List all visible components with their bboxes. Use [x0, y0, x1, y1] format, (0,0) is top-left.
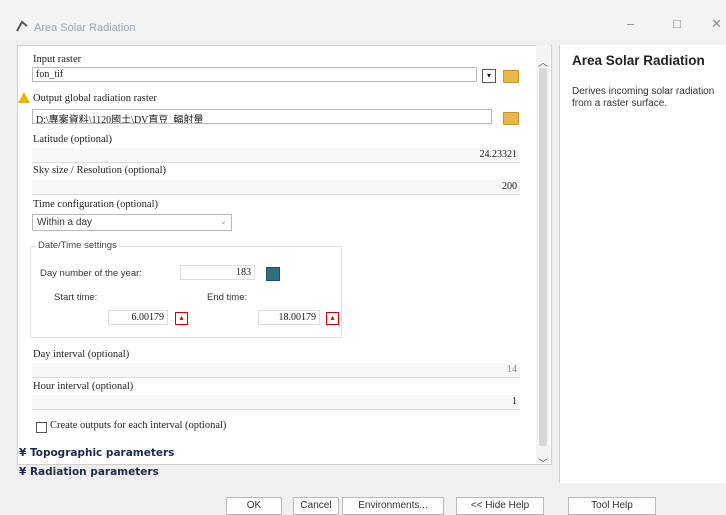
latitude-label: Latitude (optional) [33, 134, 113, 145]
input-raster-label: Input raster [33, 54, 82, 65]
chevron-down-icon[interactable]: ▾ [482, 69, 496, 83]
scroll-up-icon[interactable]: ︿ [538, 54, 548, 69]
tool-icon [16, 20, 28, 32]
sky-size-field[interactable]: 200 [32, 180, 520, 195]
section-radiation[interactable]: ¥ Radiation parameters [19, 466, 159, 478]
minimize-button[interactable]: – [627, 16, 634, 31]
expand-icon: ¥ [19, 447, 30, 459]
create-outputs-checkbox[interactable] [36, 422, 47, 433]
scroll-down-icon[interactable]: ﹀ [538, 455, 548, 470]
end-time-field[interactable]: 18.00179 [258, 310, 320, 325]
help-panel: Area Solar Radiation Derives incoming so… [559, 45, 726, 483]
ok-button[interactable]: OK [226, 497, 282, 515]
output-raster-field[interactable]: D:\專案資料\1120國土\DV直豆_輻射量 [32, 109, 492, 124]
folder-icon[interactable] [503, 112, 519, 125]
cancel-button[interactable]: Cancel [293, 497, 339, 515]
day-interval-label: Day interval (optional) [33, 349, 130, 360]
sky-size-label: Sky size / Resolution (optional) [33, 165, 166, 176]
section-topographic-label: Topographic parameters [29, 447, 175, 459]
output-raster-label: Output global radiation raster [33, 93, 157, 104]
help-description: Derives incoming solar radiation from a … [572, 86, 715, 109]
day-number-field[interactable]: 183 [180, 265, 255, 280]
scrollbar-thumb[interactable] [539, 68, 547, 446]
day-number-label: Day number of the year: [40, 268, 142, 279]
day-interval-field[interactable]: 14 [32, 363, 520, 378]
expand-icon: ¥ [19, 466, 30, 478]
chevron-down-icon: ⌄ [219, 216, 227, 226]
window-title: Area Solar Radiation [34, 22, 136, 34]
time-config-value: Within a day [37, 217, 93, 228]
tool-help-button[interactable]: Tool Help [568, 497, 656, 515]
calendar-icon[interactable] [266, 267, 280, 281]
start-time-field[interactable]: 6.00179 [108, 310, 168, 325]
time-config-label: Time configuration (optional) [33, 199, 159, 210]
maximize-button[interactable]: □ [673, 16, 681, 31]
latitude-field[interactable]: 24.23321 [32, 148, 520, 163]
title-bar [0, 0, 726, 40]
time-config-select[interactable]: Within a day ⌄ [32, 214, 232, 231]
environments-button[interactable]: Environments... [342, 497, 444, 515]
start-time-picker-button[interactable]: ▴ [175, 312, 188, 325]
hour-interval-field[interactable]: 1 [32, 395, 520, 410]
section-radiation-label: Radiation parameters [29, 466, 159, 478]
end-time-label: End time: [207, 292, 248, 303]
input-raster-field[interactable]: fon_tif [32, 67, 477, 82]
create-outputs-label: Create outputs for each interval (option… [50, 420, 227, 431]
section-topographic[interactable]: ¥ Topographic parameters [19, 447, 174, 459]
folder-icon[interactable] [503, 70, 519, 83]
close-button[interactable]: ✕ [711, 16, 722, 32]
warning-icon [18, 92, 30, 103]
datetime-legend: Date/Time settings [36, 240, 119, 251]
start-time-label: Start time: [54, 292, 98, 303]
hide-help-button[interactable]: << Hide Help [456, 497, 544, 515]
end-time-picker-button[interactable]: ▴ [326, 312, 339, 325]
help-title: Area Solar Radiation [572, 53, 705, 68]
hour-interval-label: Hour interval (optional) [33, 381, 134, 392]
